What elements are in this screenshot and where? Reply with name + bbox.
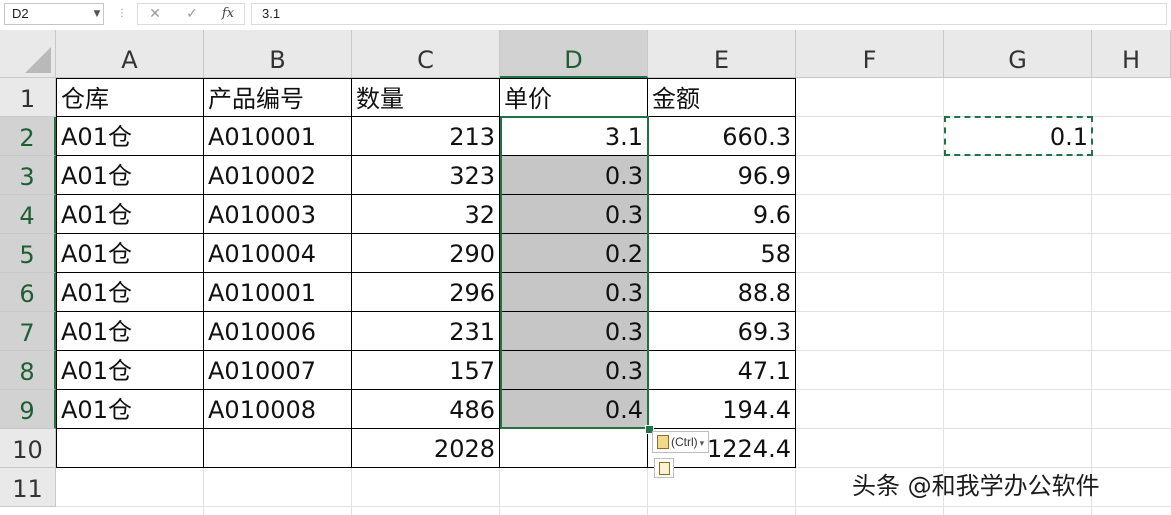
cell-c4[interactable]: 32: [352, 195, 500, 234]
name-box[interactable]: D2: [4, 3, 104, 25]
cell-e3[interactable]: 96.9: [648, 156, 796, 195]
cell-a10[interactable]: [56, 429, 204, 468]
select-all-button[interactable]: [0, 30, 56, 78]
fx-icon[interactable]: fx: [219, 4, 237, 24]
cell-b9[interactable]: A010008: [204, 390, 352, 429]
row-header-6[interactable]: 6: [0, 273, 56, 312]
cell-e9[interactable]: 194.4: [648, 390, 796, 429]
worksheet-grid: ABCDEFGH 1 2 3 4 5 6 7 8 9 10 11 仓库 产品编号 数量 单价 金额 A01仓 A…: [0, 30, 1171, 515]
cell-c1[interactable]: 数量: [352, 78, 500, 117]
cell-e5[interactable]: 58: [648, 234, 796, 273]
cell-d8[interactable]: 0.3: [500, 351, 648, 390]
cell-c6[interactable]: 296: [352, 273, 500, 312]
paste-smart-tag[interactable]: [654, 458, 674, 478]
row-header-7[interactable]: 7: [0, 312, 56, 351]
column-header-f[interactable]: F: [796, 30, 944, 78]
cell-d9[interactable]: 0.4: [500, 390, 648, 429]
cell-d5[interactable]: 0.2: [500, 234, 648, 273]
cell-e4[interactable]: 9.6: [648, 195, 796, 234]
cell-d2[interactable]: 3.1: [500, 117, 648, 156]
cell-e1[interactable]: 金额: [648, 78, 796, 117]
cell-c8[interactable]: 157: [352, 351, 500, 390]
cell-a7[interactable]: A01仓: [56, 312, 204, 351]
cell-a3[interactable]: A01仓: [56, 156, 204, 195]
formula-bar-splitter[interactable]: ⋮: [117, 5, 127, 25]
row-header-10[interactable]: 10: [0, 429, 56, 468]
paste-options-button[interactable]: (Ctrl) ▾: [652, 431, 710, 453]
cell-c7[interactable]: 231: [352, 312, 500, 351]
cell-d4[interactable]: 0.3: [500, 195, 648, 234]
cell-b8[interactable]: A010007: [204, 351, 352, 390]
row-header-1[interactable]: 1: [0, 78, 56, 117]
column-header-h[interactable]: H: [1092, 30, 1171, 78]
row-header-5[interactable]: 5: [0, 234, 56, 273]
cell-a5[interactable]: A01仓: [56, 234, 204, 273]
check-icon[interactable]: ✓: [183, 4, 201, 24]
cell-d6[interactable]: 0.3: [500, 273, 648, 312]
cell-a1[interactable]: 仓库: [56, 78, 204, 117]
cell-b1[interactable]: 产品编号: [204, 78, 352, 117]
cell-a6[interactable]: A01仓: [56, 273, 204, 312]
chevron-down-icon: ▾: [699, 438, 705, 448]
cell-c5[interactable]: 290: [352, 234, 500, 273]
row-header-9[interactable]: 9: [0, 390, 56, 429]
cell-a9[interactable]: A01仓: [56, 390, 204, 429]
cell-c10[interactable]: 2028: [352, 429, 500, 468]
gridline: [56, 506, 1171, 507]
cell-a8[interactable]: A01仓: [56, 351, 204, 390]
cell-c2[interactable]: 213: [352, 117, 500, 156]
cell-e8[interactable]: 47.1: [648, 351, 796, 390]
close-icon[interactable]: ✕: [146, 4, 164, 24]
cell-b5[interactable]: A010004: [204, 234, 352, 273]
cell-e2[interactable]: 660.3: [648, 117, 796, 156]
column-header-c[interactable]: C: [352, 30, 500, 78]
cell-a2[interactable]: A01仓: [56, 117, 204, 156]
row-header-11[interactable]: 11: [0, 468, 56, 507]
cell-b6[interactable]: A010001: [204, 273, 352, 312]
row-header-8[interactable]: 8: [0, 351, 56, 390]
cell-c9[interactable]: 486: [352, 390, 500, 429]
cell-g2[interactable]: 0.1: [944, 117, 1092, 156]
cell-a4[interactable]: A01仓: [56, 195, 204, 234]
column-header-b[interactable]: B: [204, 30, 352, 78]
paste-icon: [659, 462, 670, 475]
cell-b7[interactable]: A010006: [204, 312, 352, 351]
column-header-a[interactable]: A: [56, 30, 204, 78]
formula-bar: D2 ▼ ⋮ ✕ ✓ fx 3.1: [0, 0, 1171, 31]
cell-e6[interactable]: 88.8: [648, 273, 796, 312]
cell-e7[interactable]: 69.3: [648, 312, 796, 351]
clipboard-icon: [657, 435, 669, 449]
row-header-2[interactable]: 2: [0, 117, 56, 156]
cell-b2[interactable]: A010001: [204, 117, 352, 156]
formula-input[interactable]: 3.1: [251, 3, 1167, 25]
cell-d7[interactable]: 0.3: [500, 312, 648, 351]
column-header-g[interactable]: G: [944, 30, 1092, 78]
select-all-triangle-icon: [25, 47, 51, 73]
cell-b10[interactable]: [204, 429, 352, 468]
row-header-4[interactable]: 4: [0, 195, 56, 234]
chevron-down-icon[interactable]: ▼: [91, 4, 103, 24]
paste-options-label: (Ctrl): [671, 435, 698, 449]
cell-b4[interactable]: A010003: [204, 195, 352, 234]
cell-d1[interactable]: 单价: [500, 78, 648, 117]
watermark: 头条 @和我学办公软件: [852, 472, 1100, 500]
cell-d3[interactable]: 0.3: [500, 156, 648, 195]
column-header-e[interactable]: E: [648, 30, 796, 78]
cell-d10[interactable]: [500, 429, 648, 468]
cell-c3[interactable]: 323: [352, 156, 500, 195]
row-header-3[interactable]: 3: [0, 156, 56, 195]
column-header-d[interactable]: D: [500, 30, 648, 78]
cell-b3[interactable]: A010002: [204, 156, 352, 195]
